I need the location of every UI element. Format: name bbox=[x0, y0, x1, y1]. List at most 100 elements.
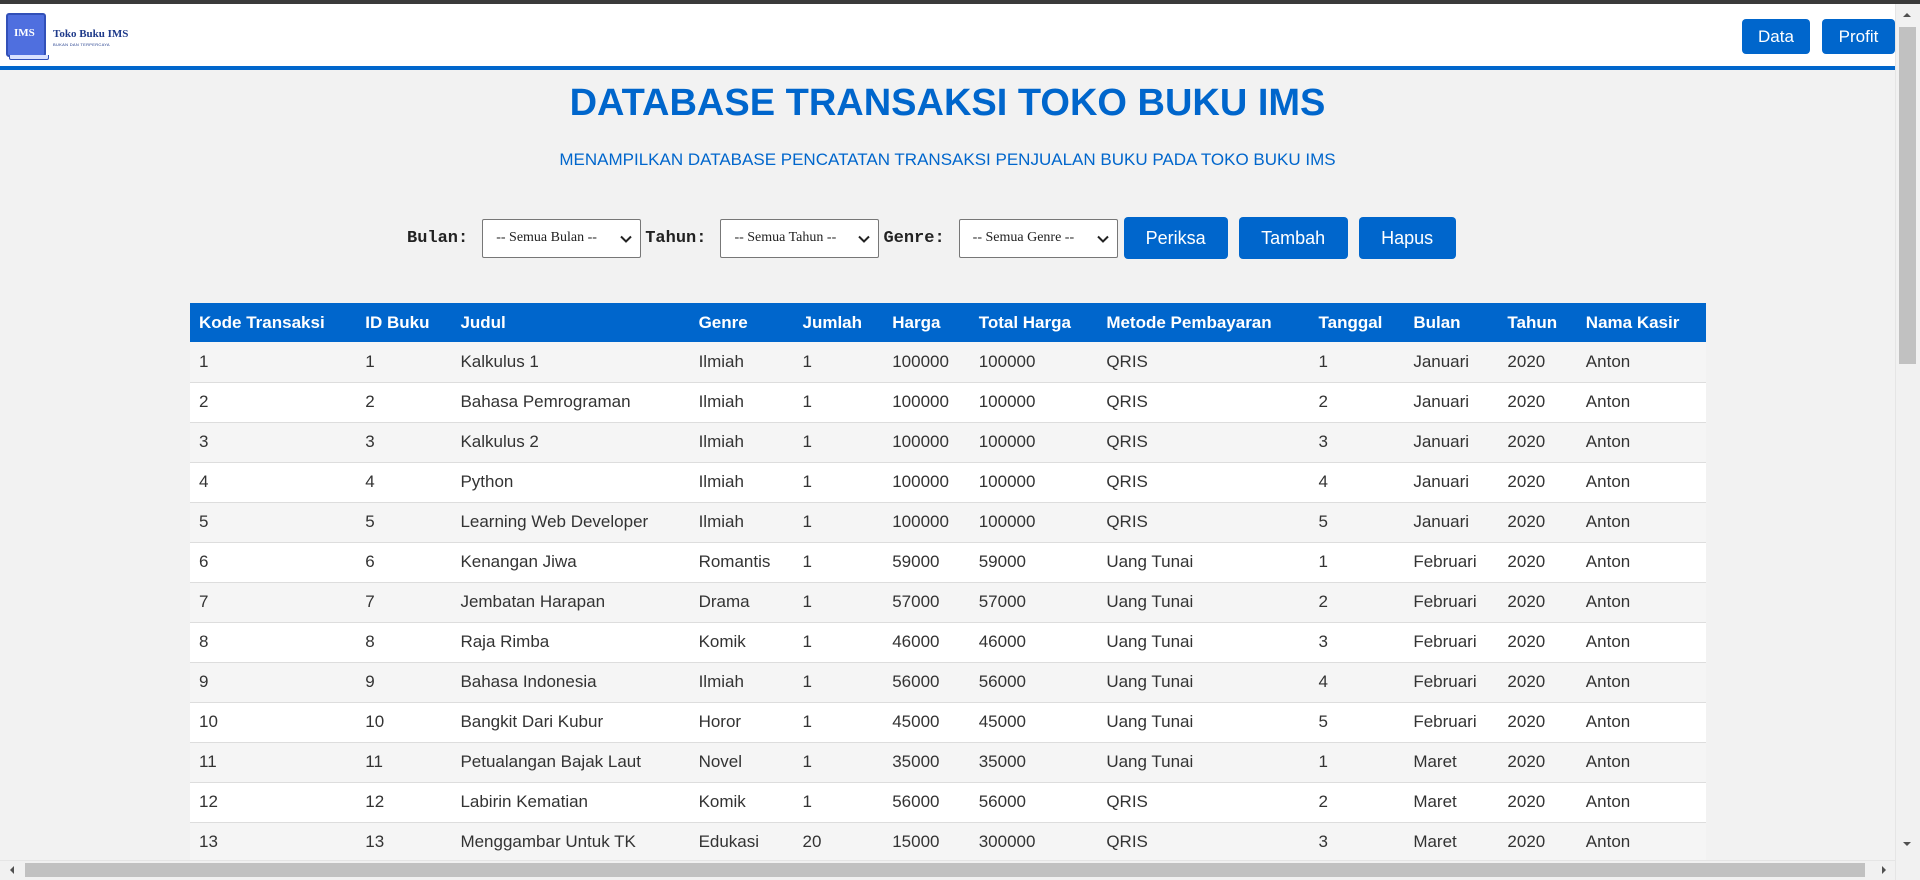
table-row: 3 3 Kalkulus 2 Ilmiah 1 100000 100000 QRIS 3 Janu… bbox=[190, 422, 1706, 463]
cell-harga: 15000 bbox=[883, 822, 970, 863]
cell-total-harga: 57000 bbox=[969, 582, 1098, 623]
table-row: 5 5 Learning Web Developer Ilmiah 1 100000 100… bbox=[190, 502, 1706, 543]
cell-total-harga: 35000 bbox=[969, 742, 1098, 783]
cell-total-harga: 46000 bbox=[969, 622, 1098, 663]
cell-jumlah: 1 bbox=[793, 382, 884, 423]
cell-tahun: 2020 bbox=[1498, 542, 1577, 583]
cell-judul: Bangkit Dari Kubur bbox=[451, 702, 690, 743]
cell-total-harga: 45000 bbox=[969, 702, 1098, 743]
cell-judul: Bahasa Pemrograman bbox=[451, 382, 690, 423]
scroll-down-arrow-icon[interactable] bbox=[1901, 838, 1913, 850]
column-header-jumlah: Jumlah bbox=[802, 312, 863, 332]
horizontal-scrollbar-thumb[interactable] bbox=[25, 863, 1865, 877]
scroll-up-arrow-icon[interactable] bbox=[1901, 9, 1913, 21]
cell-kode-transaksi: 12 bbox=[190, 782, 357, 823]
cell-bulan: Januari bbox=[1404, 382, 1499, 423]
cell-id-buku: 8 bbox=[356, 622, 452, 663]
cell-genre: Komik bbox=[689, 782, 794, 823]
logo[interactable]: IMS Toko Buku IMS BUKAN DAN TERPERCAYA bbox=[6, 13, 128, 61]
cell-tanggal: 4 bbox=[1309, 462, 1405, 503]
cell-judul: Menggambar Untuk TK bbox=[451, 822, 690, 863]
cell-metode-pembayaran: Uang Tunai bbox=[1097, 622, 1310, 663]
cell-id-buku: 1 bbox=[356, 342, 452, 383]
tambah-button[interactable]: Tambah bbox=[1238, 217, 1348, 259]
logo-name: Toko Buku IMS bbox=[53, 27, 129, 40]
cell-tanggal: 4 bbox=[1309, 662, 1405, 703]
transaction-table: Kode Transaksi ID Buku Judul Genre Jumlah Har… bbox=[190, 303, 1706, 863]
cell-total-harga: 100000 bbox=[969, 462, 1098, 503]
genre-select-value: -- Semua Genre -- bbox=[972, 230, 1075, 245]
cell-nama-kasir: Anton bbox=[1576, 742, 1706, 783]
cell-metode-pembayaran: QRIS bbox=[1097, 502, 1310, 543]
cell-tanggal: 5 bbox=[1309, 502, 1405, 543]
cell-judul: Petualangan Bajak Laut bbox=[451, 742, 690, 783]
cell-genre: Ilmiah bbox=[689, 382, 794, 423]
cell-harga: 59000 bbox=[883, 542, 970, 583]
cell-tanggal: 1 bbox=[1309, 542, 1405, 583]
cell-id-buku: 6 bbox=[356, 542, 452, 583]
column-header-bulan: Bulan bbox=[1413, 312, 1461, 332]
cell-total-harga: 59000 bbox=[969, 542, 1098, 583]
cell-tahun: 2020 bbox=[1498, 702, 1577, 743]
vertical-scrollbar-thumb[interactable] bbox=[1899, 27, 1916, 364]
column-header-kode-transaksi: Kode Transaksi bbox=[199, 312, 325, 332]
cell-bulan: Januari bbox=[1404, 342, 1499, 383]
hapus-button[interactable]: Hapus bbox=[1358, 217, 1456, 259]
cell-kode-transaksi: 13 bbox=[190, 822, 357, 863]
cell-total-harga: 56000 bbox=[969, 662, 1098, 703]
tahun-select-value: -- Semua Tahun -- bbox=[734, 230, 837, 245]
logo-badge: IMS bbox=[14, 27, 35, 39]
cell-tahun: 2020 bbox=[1498, 582, 1577, 623]
nav-data-button[interactable]: Data bbox=[1742, 19, 1810, 54]
cell-genre: Ilmiah bbox=[689, 462, 794, 503]
bulan-select-value: -- Semua Bulan -- bbox=[496, 230, 597, 245]
cell-judul: Kalkulus 1 bbox=[451, 342, 690, 383]
cell-kode-transaksi: 5 bbox=[190, 502, 357, 543]
cell-jumlah: 1 bbox=[793, 422, 884, 463]
cell-genre: Ilmiah bbox=[689, 342, 794, 383]
bulan-select[interactable]: -- Semua Bulan -- bbox=[482, 218, 642, 258]
cell-nama-kasir: Anton bbox=[1576, 542, 1706, 583]
cell-bulan: Maret bbox=[1404, 822, 1499, 863]
column-header-genre: Genre bbox=[698, 312, 748, 332]
cell-tahun: 2020 bbox=[1498, 822, 1577, 863]
cell-tahun: 2020 bbox=[1498, 422, 1577, 463]
cell-total-harga: 100000 bbox=[969, 382, 1098, 423]
cell-harga: 35000 bbox=[883, 742, 970, 783]
cell-jumlah: 1 bbox=[793, 702, 884, 743]
cell-harga: 100000 bbox=[883, 342, 970, 383]
cell-genre: Ilmiah bbox=[689, 502, 794, 543]
scroll-left-arrow-icon[interactable] bbox=[6, 864, 18, 876]
cell-metode-pembayaran: QRIS bbox=[1097, 782, 1310, 823]
cell-genre: Ilmiah bbox=[689, 422, 794, 463]
cell-total-harga: 56000 bbox=[969, 782, 1098, 823]
cell-jumlah: 1 bbox=[793, 662, 884, 703]
cell-kode-transaksi: 8 bbox=[190, 622, 357, 663]
bulan-label: Bulan: bbox=[407, 228, 469, 248]
table-body: 1 1 Kalkulus 1 Ilmiah 1 100000 100000 QRIS 1 Janu… bbox=[190, 342, 1706, 863]
scroll-right-arrow-icon[interactable] bbox=[1878, 864, 1890, 876]
cell-bulan: Januari bbox=[1404, 422, 1499, 463]
table-row: 9 9 Bahasa Indonesia Ilmiah 1 56000 56000 Uang … bbox=[190, 662, 1706, 703]
cell-total-harga: 100000 bbox=[969, 422, 1098, 463]
table-row: 1 1 Kalkulus 1 Ilmiah 1 100000 100000 QRIS 1 Janu… bbox=[190, 342, 1706, 383]
nav-profit-button[interactable]: Profit bbox=[1822, 19, 1895, 54]
cell-nama-kasir: Anton bbox=[1576, 382, 1706, 423]
periksa-button[interactable]: Periksa bbox=[1123, 217, 1228, 259]
genre-select[interactable]: -- Semua Genre -- bbox=[958, 218, 1118, 258]
cell-bulan: Februari bbox=[1404, 582, 1499, 623]
cell-kode-transaksi: 3 bbox=[190, 422, 357, 463]
chevron-down-icon bbox=[858, 235, 871, 243]
column-header-tahun: Tahun bbox=[1507, 312, 1558, 332]
genre-label: Genre: bbox=[883, 228, 945, 248]
table-header-row: Kode Transaksi ID Buku Judul Genre Jumlah Har… bbox=[190, 303, 1706, 342]
tahun-label: Tahun: bbox=[645, 228, 707, 248]
cell-id-buku: 5 bbox=[356, 502, 452, 543]
cell-bulan: Februari bbox=[1404, 662, 1499, 703]
cell-tahun: 2020 bbox=[1498, 622, 1577, 663]
cell-tanggal: 3 bbox=[1309, 422, 1405, 463]
cell-metode-pembayaran: QRIS bbox=[1097, 342, 1310, 383]
tahun-select[interactable]: -- Semua Tahun -- bbox=[720, 218, 880, 258]
cell-jumlah: 1 bbox=[793, 622, 884, 663]
cell-bulan: Maret bbox=[1404, 742, 1499, 783]
